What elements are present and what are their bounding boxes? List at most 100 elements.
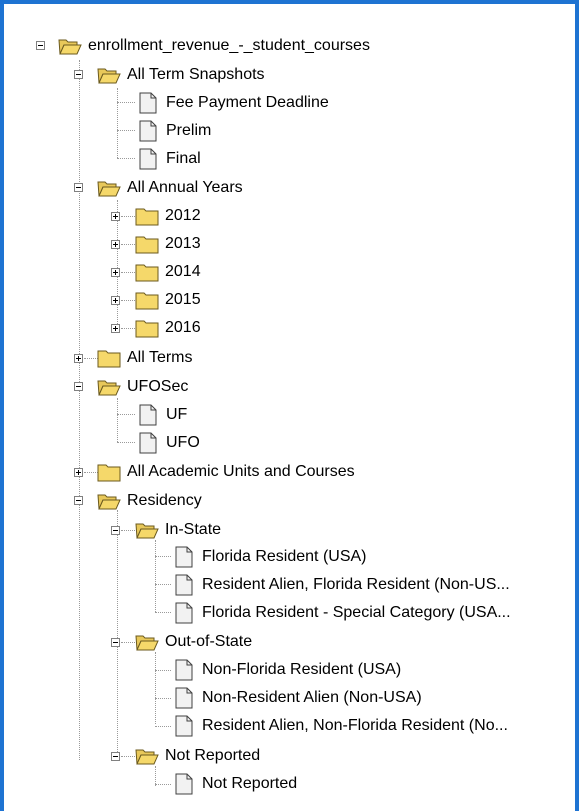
tree-connector	[117, 158, 135, 159]
tree-leaf[interactable]: Final	[136, 145, 201, 173]
tree-node-label: enrollment_revenue_-_student_courses	[88, 37, 370, 54]
collapse-toggle[interactable]	[74, 70, 83, 79]
expand-toggle[interactable]	[111, 240, 120, 249]
tree-connector	[117, 130, 135, 131]
tree-leaf[interactable]: Resident Alien, Non-Florida Resident (No…	[172, 712, 508, 740]
tree-connector	[155, 612, 171, 613]
tree-node-year[interactable]: 2016	[135, 314, 201, 342]
tree-node-label: 2015	[165, 291, 201, 308]
folder-open-icon	[97, 380, 121, 396]
tree-node-label: Residency	[127, 492, 202, 509]
tree-node-year[interactable]: 2012	[135, 202, 201, 230]
tree-leaf[interactable]: Non-Florida Resident (USA)	[172, 656, 401, 684]
tree-leaf[interactable]: UF	[136, 401, 187, 429]
tree-leaf-label: Florida Resident (USA)	[202, 548, 367, 565]
tree-node-not-reported[interactable]: Not Reported	[135, 742, 260, 770]
tree-connector	[121, 756, 135, 757]
document-icon	[175, 602, 193, 624]
document-icon	[139, 120, 157, 142]
folder-open-icon	[97, 181, 121, 197]
tree-node-out-of-state[interactable]: Out-of-State	[135, 628, 252, 656]
tree-leaf[interactable]: Non-Resident Alien (Non-USA)	[172, 684, 422, 712]
tree-node-year[interactable]: 2013	[135, 230, 201, 258]
folder-icon	[97, 350, 121, 368]
tree-node-label: Not Reported	[165, 747, 261, 764]
tree-connector	[121, 530, 135, 531]
tree-connector	[121, 244, 135, 245]
tree-connector	[155, 652, 156, 724]
collapse-toggle[interactable]	[36, 41, 45, 50]
tree-node-all-terms[interactable]: All Terms	[97, 344, 193, 372]
tree-leaf[interactable]: UFO	[136, 429, 200, 457]
tree-node-in-state[interactable]: In-State	[135, 516, 221, 544]
tree-node-year[interactable]: 2015	[135, 286, 201, 314]
expand-toggle[interactable]	[111, 296, 120, 305]
tree-node-residency[interactable]: Residency	[97, 487, 202, 515]
tree-connector	[155, 584, 171, 585]
tree-node-annual-years[interactable]: All Annual Years	[97, 174, 243, 202]
tree-leaf[interactable]: Florida Resident (USA)	[172, 543, 367, 571]
tree-node-label: Out-of-State	[165, 633, 253, 650]
folder-icon	[97, 464, 121, 482]
tree-leaf[interactable]: Resident Alien, Florida Resident (Non-US…	[172, 571, 510, 599]
dimension-tree: enrollment_revenue_-_student_courses All…	[0, 0, 579, 811]
tree-node-label: In-State	[165, 521, 222, 538]
collapse-toggle[interactable]	[111, 526, 120, 535]
expand-toggle[interactable]	[74, 468, 83, 477]
folder-icon	[135, 208, 159, 226]
collapse-toggle[interactable]	[74, 496, 83, 505]
document-icon	[139, 92, 157, 114]
folder-open-icon	[135, 523, 159, 539]
tree-leaf-label: Non-Florida Resident (USA)	[202, 661, 402, 678]
expand-toggle[interactable]	[74, 354, 83, 363]
tree-connector	[155, 726, 171, 727]
tree-node-root[interactable]: enrollment_revenue_-_student_courses	[58, 32, 370, 60]
tree-leaf[interactable]: Florida Resident - Special Category (USA…	[172, 599, 511, 627]
tree-node-academic-units[interactable]: All Academic Units and Courses	[97, 458, 355, 486]
expand-toggle[interactable]	[111, 268, 120, 277]
document-icon	[175, 546, 193, 568]
tree-connector	[117, 102, 135, 103]
tree-connector	[84, 472, 98, 473]
tree-connector	[155, 698, 171, 699]
tree-node-label: 2012	[165, 207, 201, 224]
collapse-toggle[interactable]	[111, 752, 120, 761]
tree-leaf-label: UF	[166, 406, 188, 423]
folder-open-icon	[135, 635, 159, 651]
tree-connector	[84, 358, 98, 359]
tree-connector	[117, 510, 118, 760]
collapse-toggle[interactable]	[74, 382, 83, 391]
document-icon	[139, 404, 157, 426]
tree-connector	[117, 414, 135, 415]
document-icon	[175, 687, 193, 709]
tree-node-year[interactable]: 2014	[135, 258, 201, 286]
tree-node-ufosec[interactable]: UFOSec	[97, 373, 188, 401]
tree-node-label: 2013	[165, 235, 201, 252]
tree-leaf-label: Resident Alien, Florida Resident (Non-US…	[202, 576, 510, 593]
tree-leaf[interactable]: Fee Payment Deadline	[136, 89, 329, 117]
tree-node-label: 2014	[165, 263, 201, 280]
folder-open-icon	[97, 494, 121, 510]
tree-leaf-label: Resident Alien, Non-Florida Resident (No…	[202, 717, 508, 734]
tree-node-term-snapshots[interactable]: All Term Snapshots	[97, 61, 265, 89]
folder-icon	[135, 320, 159, 338]
folder-open-icon	[97, 68, 121, 84]
tree-leaf-label: Fee Payment Deadline	[166, 94, 329, 111]
expand-toggle[interactable]	[111, 324, 120, 333]
collapse-toggle[interactable]	[111, 638, 120, 647]
tree-connector	[121, 642, 135, 643]
document-icon	[175, 715, 193, 737]
document-icon	[175, 773, 193, 795]
collapse-toggle[interactable]	[74, 183, 83, 192]
tree-leaf[interactable]: Prelim	[136, 117, 211, 145]
tree-leaf[interactable]: Not Reported	[172, 770, 297, 798]
tree-connector	[117, 398, 118, 442]
tree-connector	[121, 328, 135, 329]
tree-leaf-label: Florida Resident - Special Category (USA…	[202, 604, 511, 621]
tree-connector	[155, 556, 171, 557]
tree-connector	[79, 60, 80, 760]
folder-open-icon	[135, 749, 159, 765]
expand-toggle[interactable]	[111, 212, 120, 221]
tree-leaf-label: Not Reported	[202, 775, 298, 792]
tree-connector	[155, 540, 156, 612]
